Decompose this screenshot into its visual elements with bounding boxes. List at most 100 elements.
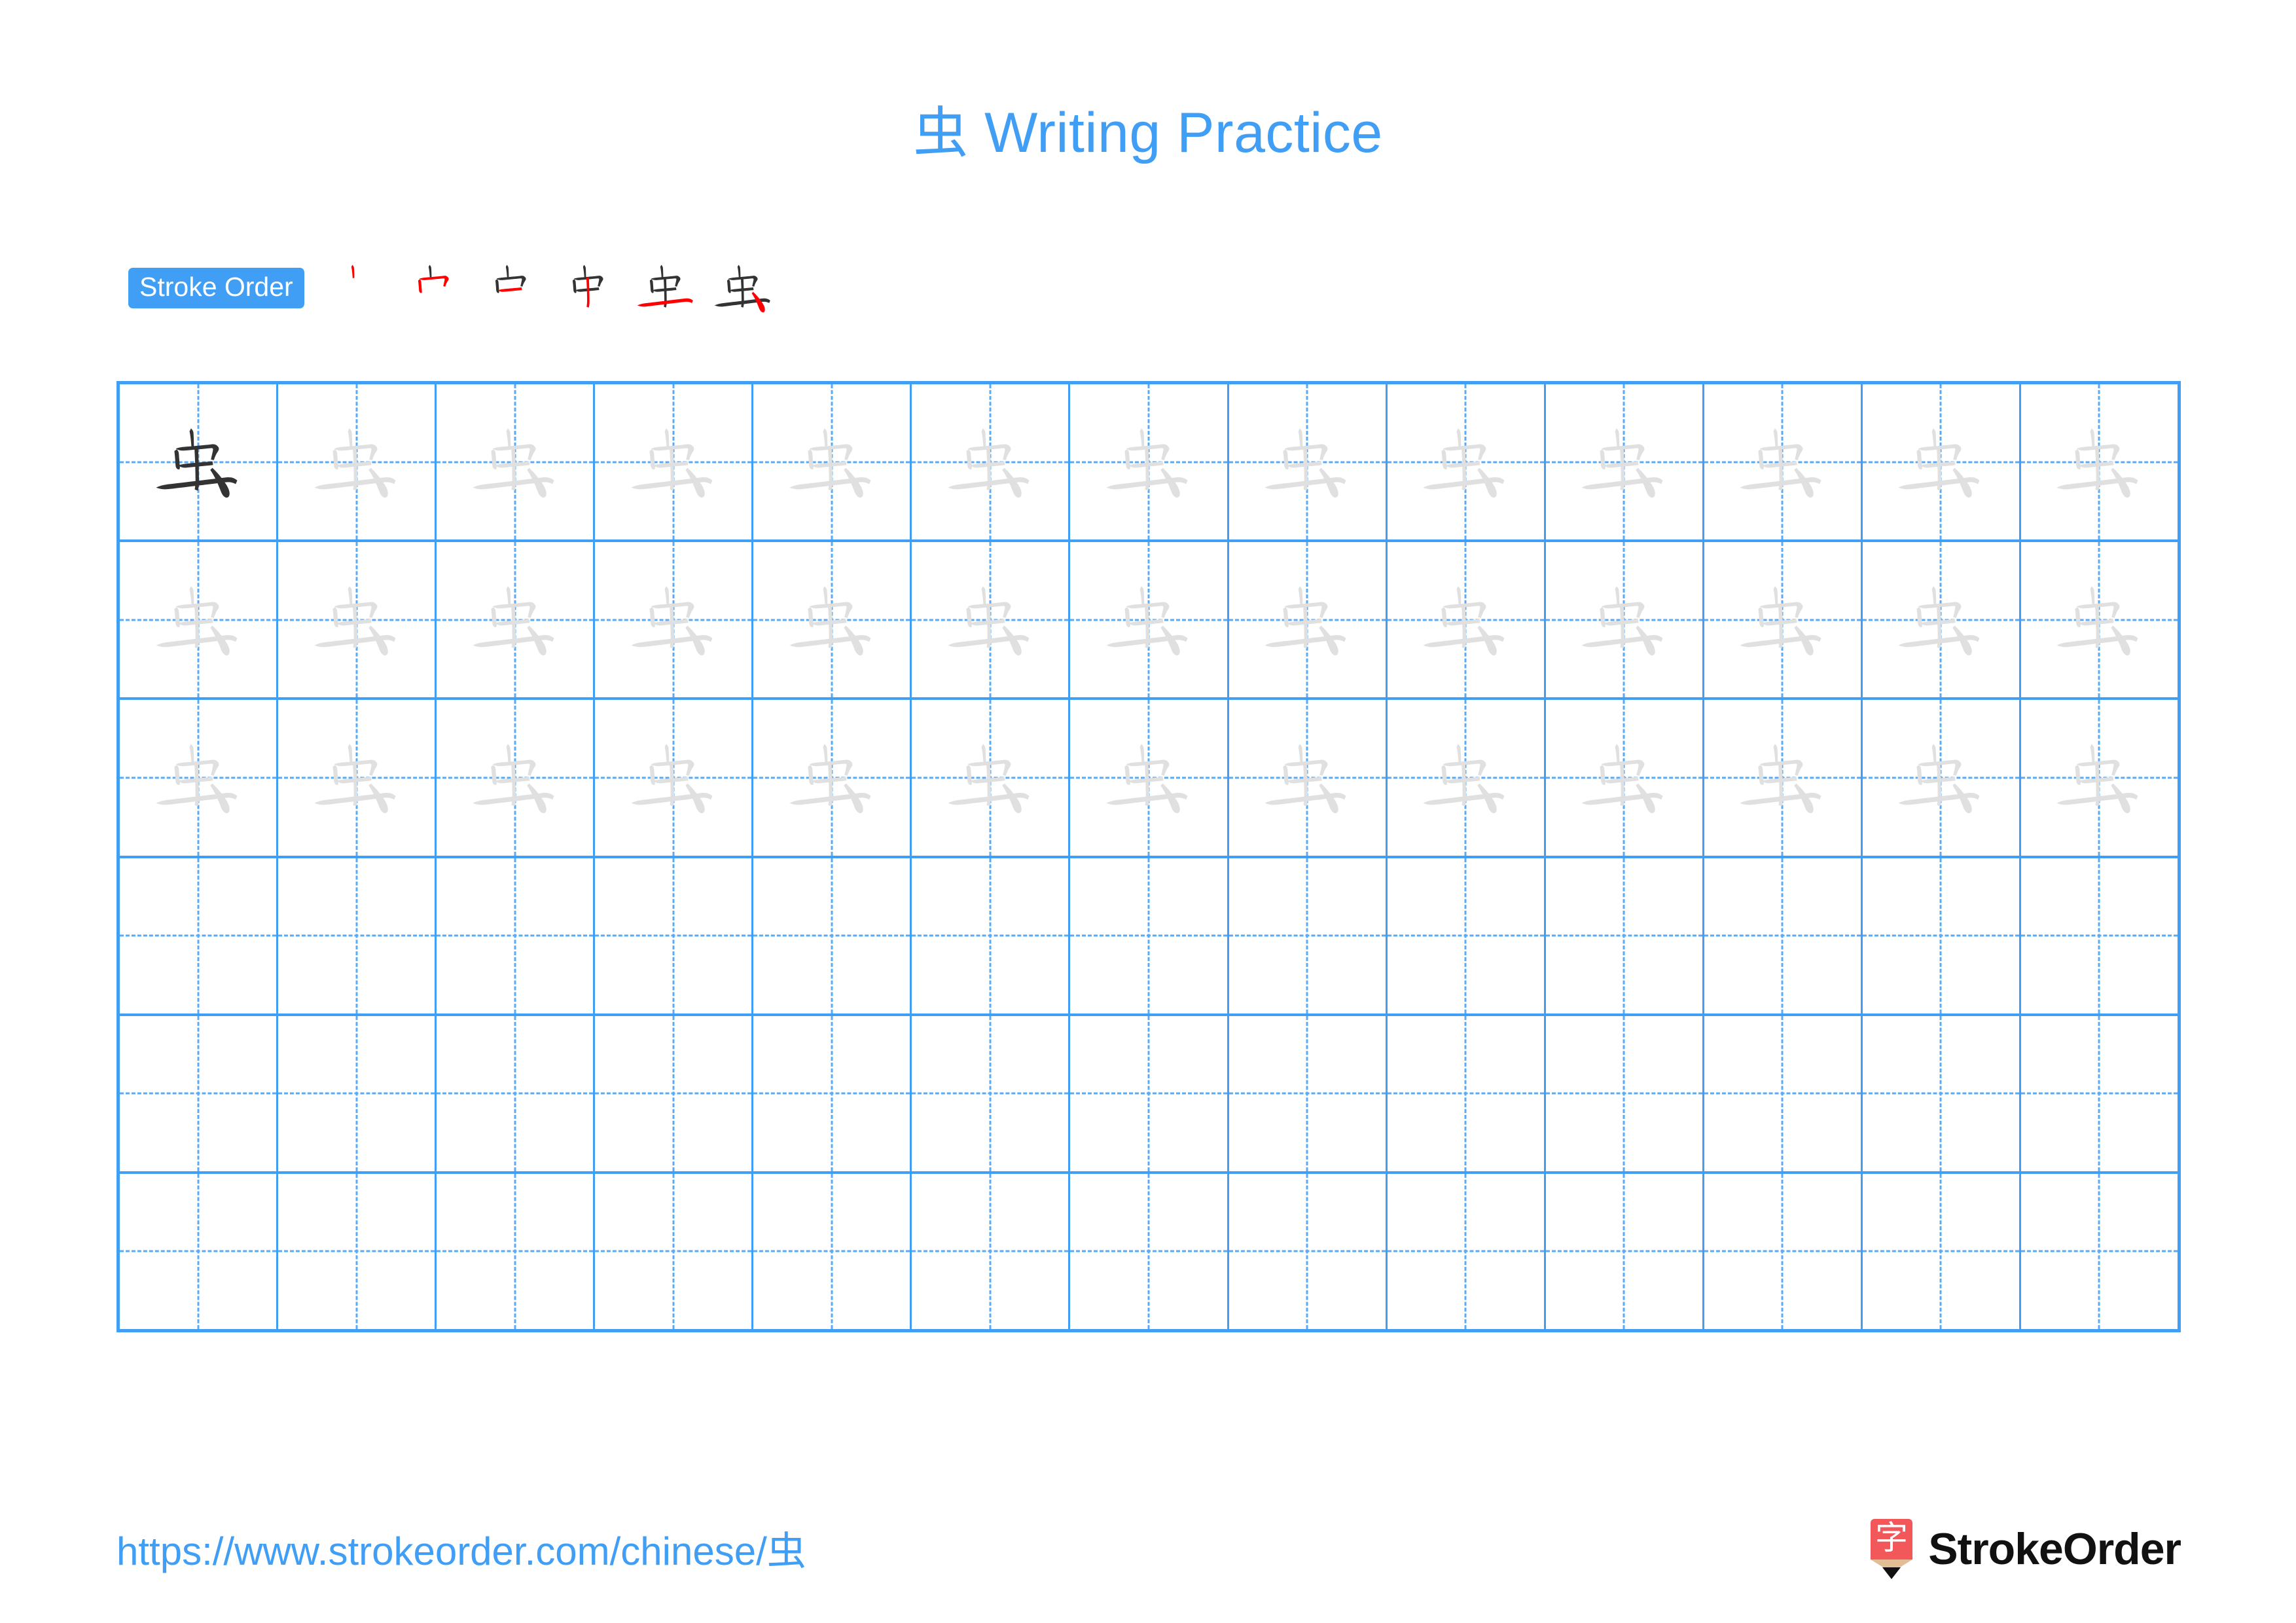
character-glyph bbox=[595, 384, 751, 539]
practice-cell-trace[interactable] bbox=[1388, 384, 1546, 540]
character-glyph bbox=[2021, 542, 2178, 697]
practice-cell-blank[interactable] bbox=[753, 1173, 912, 1330]
practice-cell-blank[interactable] bbox=[1070, 858, 1229, 1013]
practice-cell-blank[interactable] bbox=[595, 1015, 754, 1171]
practice-cell-trace[interactable] bbox=[1229, 542, 1388, 698]
practice-cell-trace[interactable] bbox=[278, 700, 437, 856]
practice-cell-trace[interactable] bbox=[595, 700, 754, 856]
practice-cell-blank[interactable] bbox=[1704, 858, 1863, 1013]
practice-cell-blank[interactable] bbox=[1388, 858, 1546, 1013]
practice-cell-trace[interactable] bbox=[753, 384, 912, 540]
source-url[interactable]: https://www.strokeorder.com/chinese/虫 bbox=[117, 1530, 806, 1574]
practice-cell-blank[interactable] bbox=[1546, 1173, 1704, 1330]
brand-name: StrokeOrder bbox=[1928, 1524, 2181, 1574]
practice-cell-blank[interactable] bbox=[912, 1173, 1071, 1330]
character-glyph bbox=[1704, 542, 1861, 697]
character-glyph bbox=[912, 542, 1068, 697]
practice-cell-blank[interactable] bbox=[912, 1015, 1071, 1171]
practice-cell-trace[interactable] bbox=[595, 542, 754, 698]
practice-cell-trace[interactable] bbox=[1704, 700, 1863, 856]
practice-cell-blank[interactable] bbox=[1704, 1015, 1863, 1171]
practice-cell-blank[interactable] bbox=[437, 1173, 596, 1330]
brand-logo: 字 StrokeOrder bbox=[1868, 1518, 2181, 1580]
page-header: 虫 Writing Practice bbox=[0, 105, 2296, 161]
practice-grid-row bbox=[120, 1173, 2178, 1330]
practice-cell-trace[interactable] bbox=[753, 700, 912, 856]
stroke-order-step-6 bbox=[705, 249, 782, 327]
practice-cell-blank[interactable] bbox=[1388, 1173, 1546, 1330]
practice-cell-trace[interactable] bbox=[120, 542, 279, 698]
practice-cell-blank[interactable] bbox=[2021, 1016, 2178, 1171]
practice-cell-trace[interactable] bbox=[437, 384, 596, 540]
practice-cell-blank[interactable] bbox=[1863, 858, 2021, 1013]
character-glyph bbox=[437, 384, 593, 539]
practice-cell-blank[interactable] bbox=[1863, 1173, 2021, 1330]
character-glyph bbox=[753, 542, 910, 697]
practice-cell-trace[interactable] bbox=[912, 700, 1071, 856]
practice-cell-trace[interactable] bbox=[437, 700, 596, 856]
practice-cell-blank[interactable] bbox=[2021, 1174, 2178, 1329]
practice-cell-blank[interactable] bbox=[278, 1015, 437, 1171]
practice-cell-model[interactable] bbox=[120, 384, 279, 540]
practice-cell-trace[interactable] bbox=[1863, 700, 2021, 856]
practice-cell-trace[interactable] bbox=[1863, 384, 2021, 540]
practice-cell-blank[interactable] bbox=[278, 1173, 437, 1330]
practice-grid-row bbox=[120, 542, 2178, 701]
practice-cell-blank[interactable] bbox=[1229, 1015, 1388, 1171]
practice-cell-trace[interactable] bbox=[437, 542, 596, 698]
practice-cell-blank[interactable] bbox=[1388, 1015, 1546, 1171]
practice-cell-blank[interactable] bbox=[120, 1173, 279, 1330]
practice-cell-trace[interactable] bbox=[1388, 542, 1546, 698]
practice-cell-trace[interactable] bbox=[912, 384, 1071, 540]
practice-cell-trace[interactable] bbox=[1546, 700, 1704, 856]
practice-cell-trace[interactable] bbox=[2021, 542, 2178, 697]
stroke-order-badge: Stroke Order bbox=[128, 268, 304, 308]
character-glyph bbox=[1546, 384, 1702, 539]
practice-cell-trace[interactable] bbox=[278, 542, 437, 698]
character-glyph bbox=[120, 384, 276, 539]
practice-cell-blank[interactable] bbox=[1863, 1015, 2021, 1171]
character-glyph bbox=[120, 542, 276, 697]
character-glyph bbox=[2021, 700, 2178, 855]
practice-cell-trace[interactable] bbox=[2021, 700, 2178, 855]
practice-cell-blank[interactable] bbox=[1546, 1015, 1704, 1171]
character-glyph bbox=[1388, 384, 1544, 539]
practice-cell-blank[interactable] bbox=[1070, 1173, 1229, 1330]
practice-cell-trace[interactable] bbox=[1388, 700, 1546, 856]
character-glyph bbox=[1229, 700, 1386, 855]
practice-cell-blank[interactable] bbox=[1229, 1173, 1388, 1330]
practice-cell-trace[interactable] bbox=[753, 542, 912, 698]
practice-cell-trace[interactable] bbox=[595, 384, 754, 540]
practice-cell-blank[interactable] bbox=[437, 1015, 596, 1171]
practice-cell-trace[interactable] bbox=[1863, 542, 2021, 698]
practice-cell-blank[interactable] bbox=[595, 858, 754, 1013]
practice-cell-blank[interactable] bbox=[595, 1173, 754, 1330]
practice-cell-trace[interactable] bbox=[2021, 384, 2178, 539]
practice-cell-trace[interactable] bbox=[1070, 700, 1229, 856]
character-glyph bbox=[595, 542, 751, 697]
practice-cell-trace[interactable] bbox=[1229, 384, 1388, 540]
practice-cell-trace[interactable] bbox=[1704, 384, 1863, 540]
practice-cell-blank[interactable] bbox=[437, 858, 596, 1013]
practice-cell-blank[interactable] bbox=[1704, 1173, 1863, 1330]
practice-cell-trace[interactable] bbox=[1070, 384, 1229, 540]
practice-cell-trace[interactable] bbox=[1070, 542, 1229, 698]
page-title-suffix: Writing Practice bbox=[968, 101, 1383, 164]
practice-cell-blank[interactable] bbox=[120, 858, 279, 1013]
practice-cell-trace[interactable] bbox=[1546, 384, 1704, 540]
practice-cell-trace[interactable] bbox=[1704, 542, 1863, 698]
practice-cell-blank[interactable] bbox=[2021, 858, 2178, 1013]
practice-cell-blank[interactable] bbox=[912, 858, 1071, 1013]
practice-cell-blank[interactable] bbox=[753, 858, 912, 1013]
practice-cell-blank[interactable] bbox=[753, 1015, 912, 1171]
practice-cell-trace[interactable] bbox=[120, 700, 279, 856]
practice-cell-blank[interactable] bbox=[278, 858, 437, 1013]
practice-cell-trace[interactable] bbox=[912, 542, 1071, 698]
practice-cell-trace[interactable] bbox=[1546, 542, 1704, 698]
practice-cell-blank[interactable] bbox=[120, 1015, 279, 1171]
practice-cell-blank[interactable] bbox=[1229, 858, 1388, 1013]
practice-cell-trace[interactable] bbox=[1229, 700, 1388, 856]
practice-cell-blank[interactable] bbox=[1070, 1015, 1229, 1171]
practice-cell-trace[interactable] bbox=[278, 384, 437, 540]
practice-cell-blank[interactable] bbox=[1546, 858, 1704, 1013]
